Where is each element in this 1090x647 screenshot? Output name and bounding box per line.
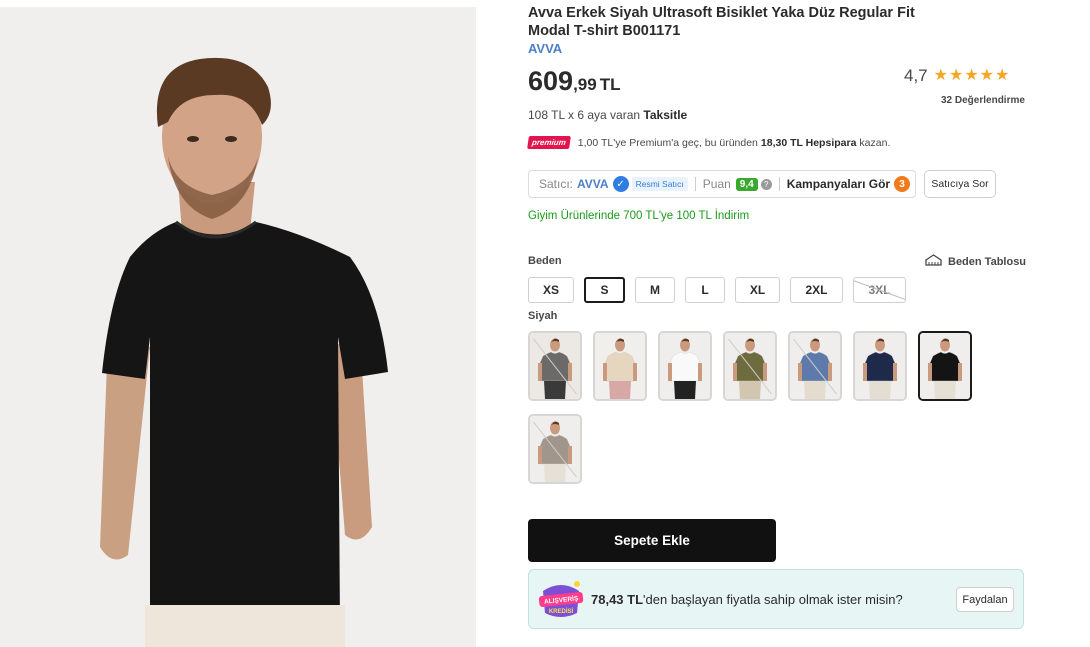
- price-currency: TL: [599, 75, 621, 94]
- color-label: Siyah: [528, 310, 558, 322]
- star-icon: ★: [933, 67, 948, 84]
- color-swatch-lacivert[interactable]: [853, 331, 907, 401]
- star-icon: ★: [979, 67, 995, 84]
- premium-text-after: kazan.: [859, 136, 891, 149]
- color-swatch-thumbnail: [595, 333, 645, 399]
- product-main-image[interactable]: [0, 7, 476, 647]
- color-swatch-bej[interactable]: [593, 331, 647, 401]
- size-label: Beden: [528, 255, 562, 267]
- svg-text:KREDİSİ: KREDİSİ: [549, 608, 574, 615]
- model-photo: [0, 7, 476, 647]
- divider: [778, 177, 780, 191]
- product-title: Avva Erkek Siyah Ultrasoft Bisiklet Yaka…: [528, 4, 968, 40]
- premium-amount: 18,30 TL Hepsipara: [760, 136, 857, 149]
- credit-description: 'den başlayan fiyatla sahip olmak ister …: [643, 591, 903, 607]
- size-table-link[interactable]: Beden Tablosu: [925, 254, 1026, 270]
- divider: [694, 177, 696, 191]
- star-icon: ★: [964, 67, 979, 84]
- product-title-line-2: Modal T-shirt B001171: [528, 23, 681, 39]
- seller-score-badge: 9,4: [735, 177, 758, 191]
- color-swatch-thumbnail: [660, 333, 710, 399]
- rating-stars: ★ ★ ★ ★ ★: [934, 68, 1011, 84]
- ask-seller-button[interactable]: Satıcıya Sor: [924, 170, 996, 198]
- size-option-m[interactable]: M: [635, 277, 675, 303]
- credit-amount: 78,43 TL: [591, 591, 644, 607]
- price-main: 609: [528, 66, 574, 96]
- product-title-line-1: Avva Erkek Siyah Ultrasoft Bisiklet Yaka…: [528, 5, 915, 21]
- rating[interactable]: 4,7 ★ ★ ★ ★ ★: [904, 66, 1010, 86]
- price: 609,99 TL: [528, 66, 620, 97]
- installment-highlight: Taksitle: [643, 108, 688, 122]
- color-swatch-beyaz[interactable]: [658, 331, 712, 401]
- rating-score: 4,7: [904, 66, 928, 85]
- color-swatch-siyah[interactable]: [918, 331, 972, 401]
- color-swatch-thumbnail: [530, 416, 580, 482]
- shopping-credit-text: 78,43 TL'den başlayan fiyatla sahip olma…: [591, 592, 903, 607]
- color-swatch-thumbnail: [855, 333, 905, 399]
- installment-text: 108 TL x 6 aya varan: [528, 108, 641, 122]
- size-option-3xl[interactable]: 3XL: [853, 277, 906, 303]
- seller-score-label: Puan: [702, 177, 731, 191]
- seller-label: Satıcı:: [539, 177, 574, 191]
- campaigns-count-badge: 3: [894, 176, 911, 192]
- color-swatch-thumbnail: [725, 333, 775, 399]
- star-icon: ★: [948, 67, 964, 84]
- star-icon: ★: [995, 67, 1010, 84]
- benefit-button[interactable]: Faydalan: [956, 587, 1014, 612]
- reviews-link[interactable]: 32 Değerlendirme: [941, 95, 1025, 106]
- size-option-xs[interactable]: XS: [528, 277, 574, 303]
- color-options: [528, 331, 988, 497]
- premium-offer[interactable]: premium 1,00 TL'ye Premium'a geç, bu ürü…: [527, 136, 891, 149]
- question-icon[interactable]: ?: [760, 178, 772, 190]
- add-to-cart-button[interactable]: Sepete Ekle: [528, 519, 776, 562]
- premium-badge: premium: [527, 136, 571, 149]
- official-seller-badge: Resmi Satıcı: [631, 177, 688, 191]
- color-swatch-antrasit[interactable]: [528, 331, 582, 401]
- color-swatch-indigo[interactable]: [788, 331, 842, 401]
- shopping-credit-logo: ALIŞVERİŞ KREDİSİ: [537, 577, 585, 621]
- size-option-xl[interactable]: XL: [735, 277, 780, 303]
- color-swatch-haki[interactable]: [723, 331, 777, 401]
- premium-text: 1,00 TL'ye Premium'a geç, bu üründen: [577, 136, 758, 149]
- color-swatch-thumbnail: [530, 333, 580, 399]
- seller-info: Satıcı: AVVA ✓ Resmi Satıcı Puan 9,4 ? K…: [528, 170, 916, 198]
- promo-link[interactable]: Giyim Ürünlerinde 700 TL'ye 100 TL İndir…: [528, 210, 749, 222]
- installment-info: 108 TL x 6 aya varan Taksitle: [528, 108, 687, 122]
- size-option-l[interactable]: L: [685, 277, 725, 303]
- price-decimals: ,99: [573, 75, 597, 94]
- color-swatch-thumbnail: [790, 333, 840, 399]
- size-table-label: Beden Tablosu: [948, 256, 1027, 268]
- color-swatch-thumbnail: [920, 333, 970, 399]
- color-swatch-vizon[interactable]: [528, 414, 582, 484]
- size-options: XS S M L XL 2XL 3XL: [528, 277, 916, 303]
- verified-check-icon: ✓: [612, 176, 629, 192]
- hanger-icon: [925, 254, 942, 270]
- campaigns-link[interactable]: Kampanyaları Gör: [787, 177, 890, 191]
- seller-name-link[interactable]: AVVA: [577, 177, 609, 191]
- shopping-credit-banner: ALIŞVERİŞ KREDİSİ 78,43 TL'den başlayan …: [528, 569, 1024, 629]
- size-option-s[interactable]: S: [584, 277, 625, 303]
- size-option-2xl[interactable]: 2XL: [790, 277, 843, 303]
- brand-link[interactable]: AVVA: [528, 41, 562, 56]
